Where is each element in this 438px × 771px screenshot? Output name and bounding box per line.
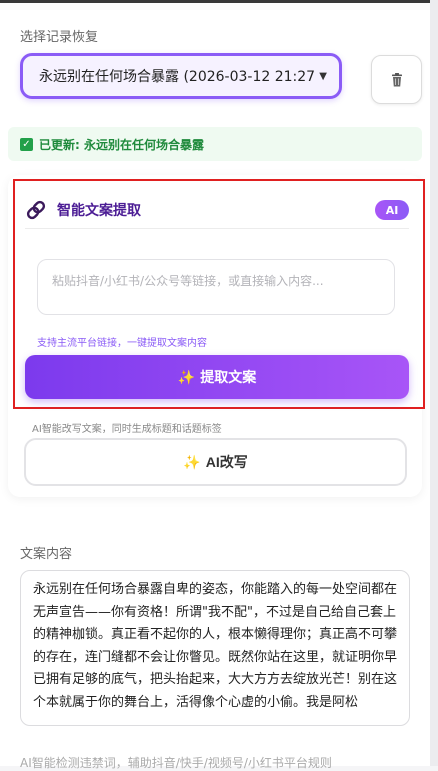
status-text: 已更新: 永远别在任何场合暴露 bbox=[39, 137, 204, 152]
restore-select-value: 永远别在任何场合暴露 (2026-03-12 21:27:43) bbox=[39, 69, 316, 85]
restore-label: 选择记录恢复 bbox=[20, 30, 99, 45]
header-divider bbox=[25, 228, 409, 229]
link-input[interactable] bbox=[37, 259, 395, 315]
content-label: 文案内容 bbox=[20, 547, 73, 562]
rewrite-hint: AI智能改写文案，同时生成标题和话题标签 bbox=[32, 424, 222, 435]
check-icon: ✓ bbox=[20, 137, 33, 151]
sparkle-icon: ✨ bbox=[183, 453, 201, 470]
scrollbar-track[interactable] bbox=[430, 0, 438, 766]
top-divider bbox=[0, 0, 430, 3]
sparkle-icon: ✨ bbox=[177, 368, 196, 385]
delete-record-button[interactable] bbox=[371, 55, 422, 104]
extract-section: 智能文案提取 AI 支持主流平台链接，一键提取文案内容 ✨ 提取文案 bbox=[13, 179, 425, 409]
ai-badge: AI bbox=[375, 200, 409, 220]
trash-icon bbox=[391, 72, 402, 86]
extract-title: 智能文案提取 bbox=[57, 203, 141, 219]
extract-hint: 支持主流平台链接，一键提取文案内容 bbox=[37, 338, 207, 349]
rewrite-button-label: AI改写 bbox=[205, 454, 248, 470]
update-status: ✓ 已更新: 永远别在任何场合暴露 bbox=[8, 127, 422, 161]
extract-button[interactable]: ✨ 提取文案 bbox=[25, 355, 409, 399]
link-icon bbox=[26, 200, 46, 220]
ai-rewrite-button[interactable]: ✨ AI改写 bbox=[24, 438, 407, 486]
restore-select[interactable]: 永远别在任何场合暴露 (2026-03-12 21:27:43) ▼ bbox=[20, 53, 342, 99]
chevron-down-icon: ▼ bbox=[319, 70, 327, 82]
extract-header: 智能文案提取 AI bbox=[25, 195, 409, 225]
extract-button-label: 提取文案 bbox=[200, 369, 257, 385]
footer-hint: AI智能检测违禁词，辅助抖音/快手/视频号/小红书平台规则 bbox=[20, 756, 332, 770]
content-textarea[interactable]: 永远别在任何场合暴露自卑的姿态，你能踏入的每一处空间都在无声宣告——你有资格！所… bbox=[20, 570, 410, 726]
